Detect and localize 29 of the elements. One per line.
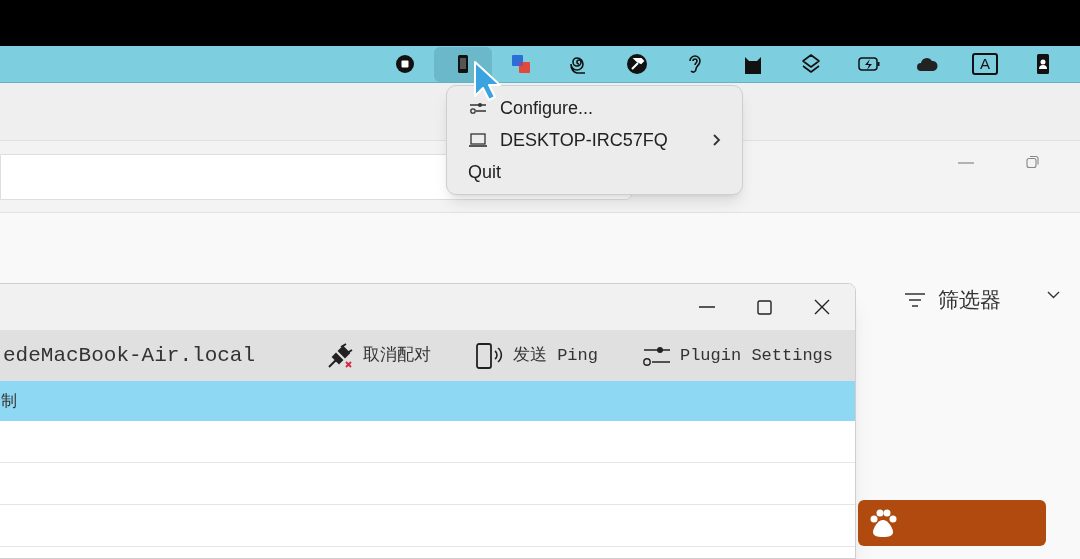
phone-signal-icon	[474, 341, 505, 370]
overlapping-squares-icon	[510, 53, 532, 75]
filter-icon	[904, 291, 926, 308]
device-name: edeMacBook-Air.local	[3, 342, 256, 369]
sliders-icon	[468, 100, 488, 116]
cursor-icon	[473, 60, 501, 102]
menu-bar-item[interactable]: A	[956, 46, 1014, 82]
chevron-down-icon[interactable]	[1047, 291, 1060, 299]
layers-icon	[800, 53, 822, 75]
filter-button[interactable]: 筛选器	[938, 284, 1001, 316]
toolbar-button[interactable]: 取消配对	[326, 342, 431, 369]
menu-item[interactable]: Quit	[453, 156, 736, 188]
menu-item[interactable]: Configure...	[453, 92, 736, 124]
minimize-icon[interactable]	[699, 305, 715, 309]
toolbar-button[interactable]: Plugin Settings	[641, 342, 833, 369]
hammer-icon	[626, 53, 648, 75]
unplug-icon	[326, 342, 355, 369]
stop-icon	[394, 53, 416, 75]
restore-icon[interactable]	[1026, 155, 1040, 169]
menu-item[interactable]: DESKTOP-IRC57FQ	[453, 124, 736, 156]
chevron-right-icon	[712, 133, 721, 147]
paw-icon	[868, 508, 898, 538]
close-icon[interactable]	[814, 299, 830, 315]
action-button[interactable]	[858, 500, 1046, 546]
input-source-label: A	[972, 53, 998, 75]
list-item[interactable]: 制	[0, 381, 855, 421]
laptop-icon	[468, 133, 488, 147]
maximize-icon[interactable]	[757, 299, 772, 315]
toolbar-button[interactable]: 发送 Ping	[474, 341, 598, 370]
